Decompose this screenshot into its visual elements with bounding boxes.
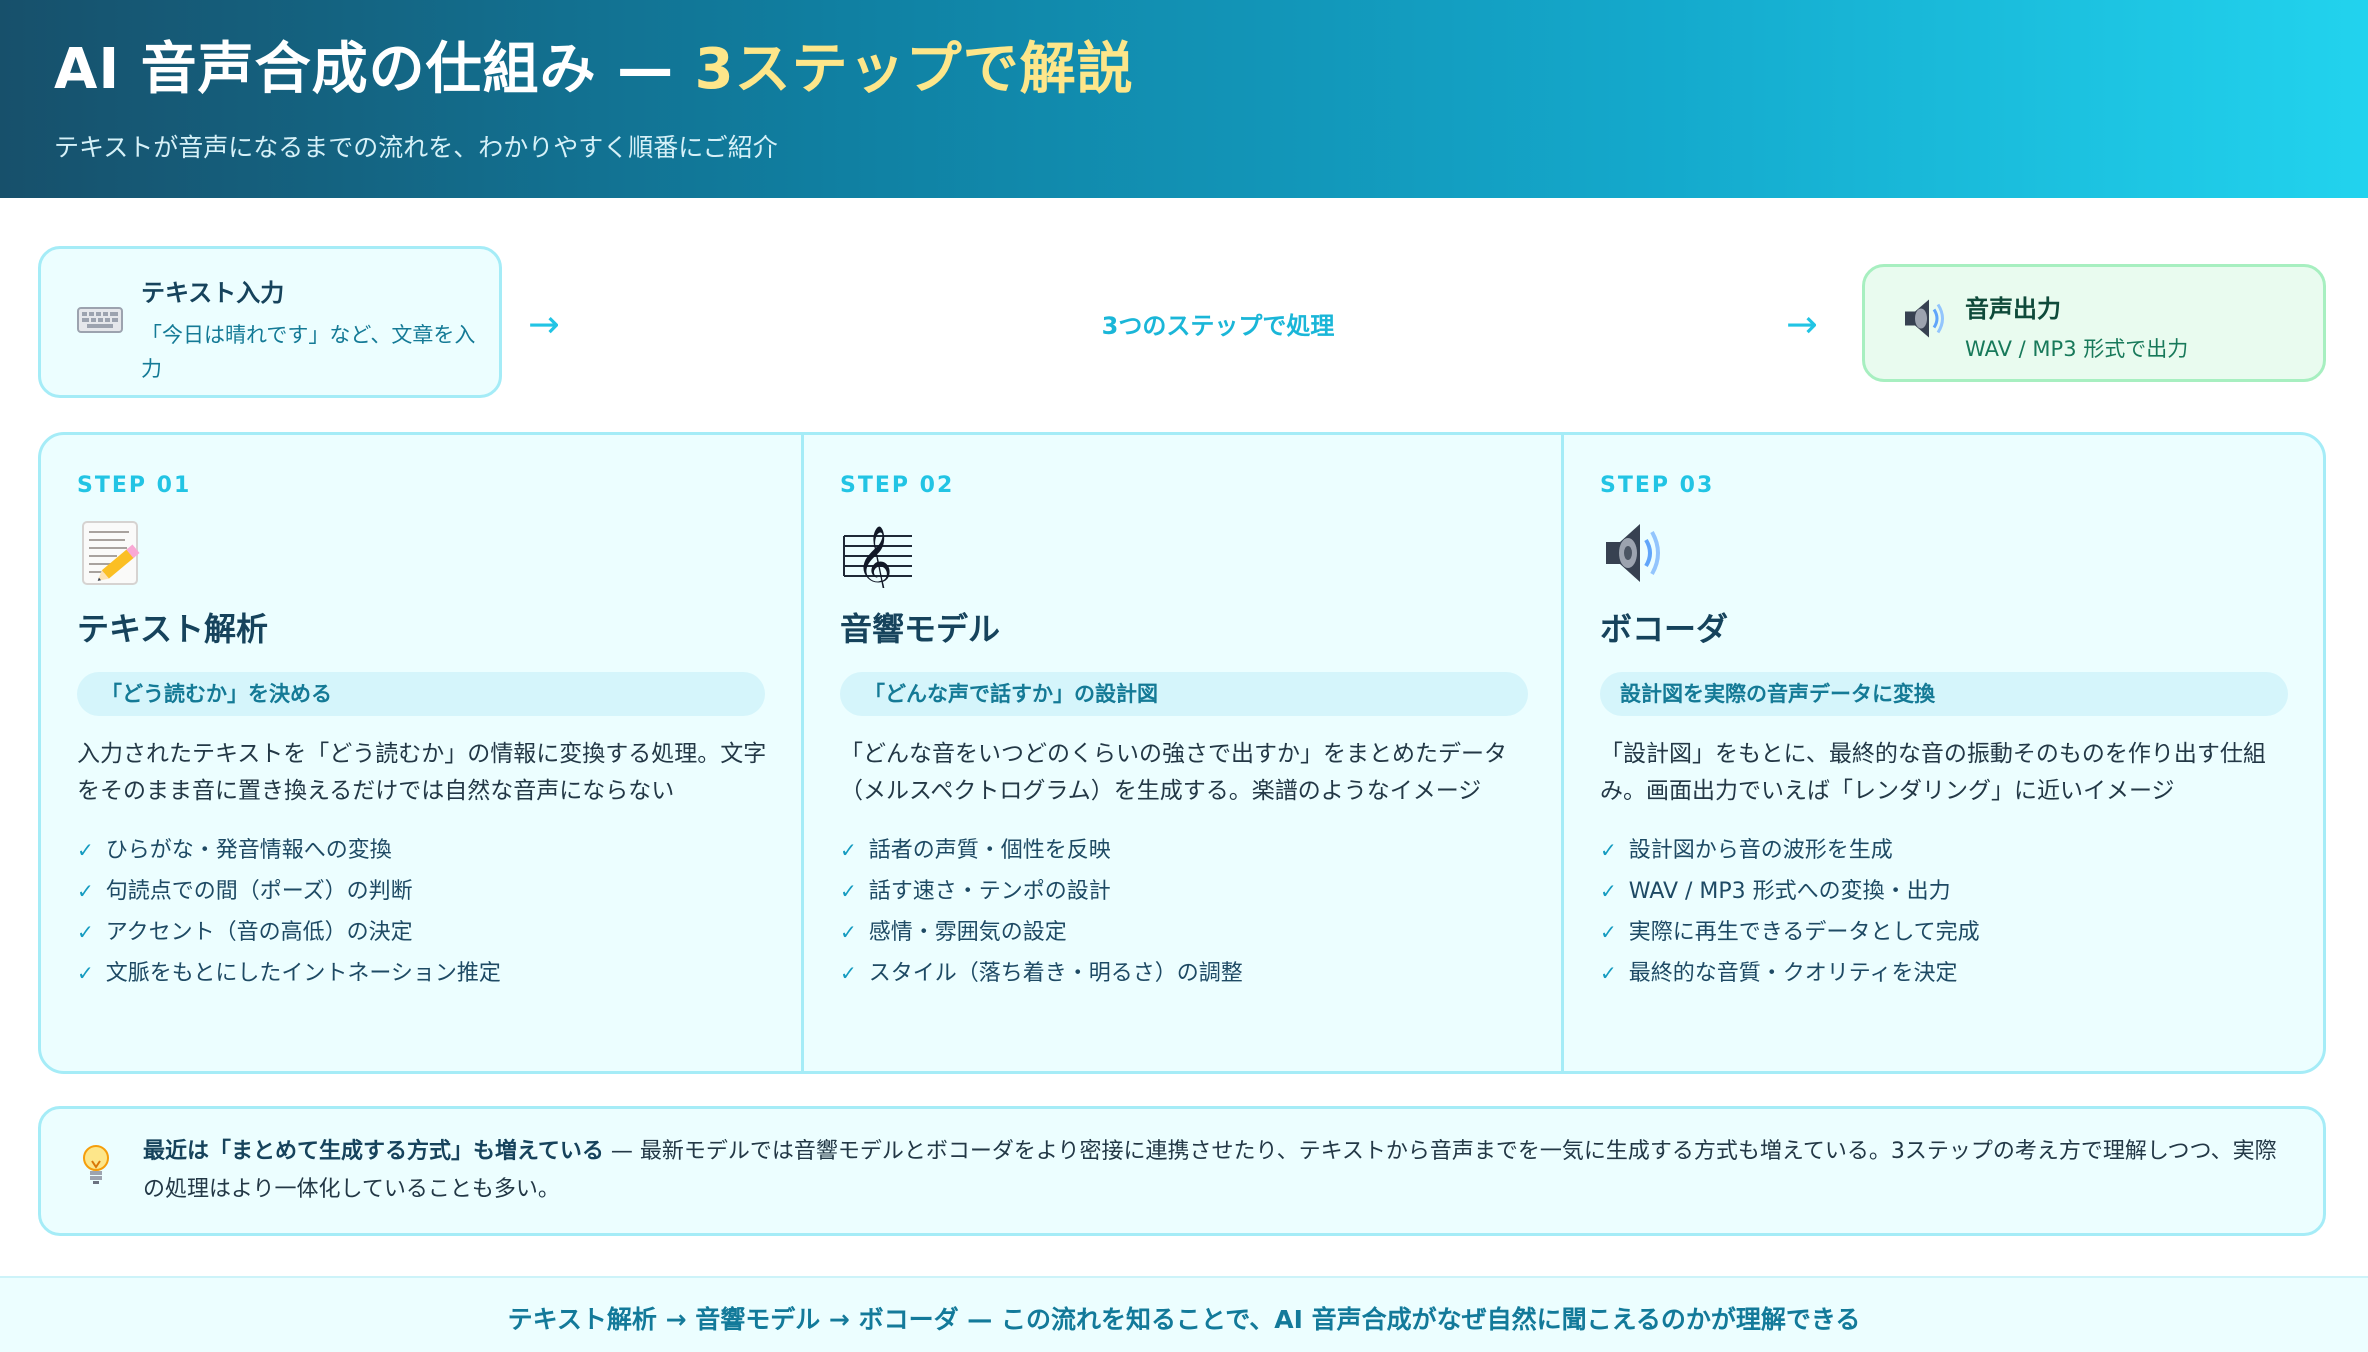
check-icon: ✓: [1600, 920, 1617, 944]
check-icon: ✓: [1600, 879, 1617, 903]
check-icon: ✓: [840, 961, 857, 985]
page-subtitle: テキストが音声になるまでの流れを、わかりやすく順番にご紹介: [54, 133, 778, 162]
list-item: ✓ 句読点での間（ポーズ）の判断: [77, 879, 413, 904]
output-desc: WAV / MP3 形式で出力: [1965, 337, 2189, 361]
step-pill: 設計図を実際の音声データに変換: [1600, 672, 2288, 716]
output-title: 音声出力: [1965, 295, 2061, 323]
speaker-icon: [1901, 296, 1949, 351]
svg-text:𝄞: 𝄞: [856, 524, 893, 588]
arrow-right-icon: →: [528, 302, 560, 346]
steps-panel: STEP 01 テキスト解析 「どう読むか」を決める 入力されたテキストを「どう…: [38, 432, 2326, 1074]
step-checklist: ✓ 話者の声質・個性を反映 ✓ 話す速さ・テンポの設計 ✓ 感情・雰囲気の設定 ✓ スタ…: [840, 830, 1525, 994]
input-desc: 「今日は晴れです」など、文章を入力: [141, 323, 476, 381]
keyboard-icon: [77, 302, 123, 342]
list-item: ✓ 設計図から音の波形を生成: [1600, 838, 1893, 863]
list-item: ✓ ひらがな・発音情報への変換: [77, 838, 392, 863]
list-item: ✓ 実際に再生できるデータとして完成: [1600, 920, 1980, 945]
page-header: AI 音声合成の仕組み — 3ステップで解説 テキストが音声になるまでの流れを、…: [0, 0, 2368, 198]
check-icon: ✓: [840, 920, 857, 944]
check-icon: ✓: [840, 879, 857, 903]
note-bold: 最近は「まとめて生成する方式」も増えている: [143, 1139, 604, 1164]
step-pill: 「どう読むか」を決める: [77, 672, 765, 716]
list-item: ✓ 最終的な音質・クオリティを決定: [1600, 961, 1958, 986]
step-label: STEP 03: [1600, 473, 1715, 498]
list-item: ✓ 話者の声質・個性を反映: [840, 838, 1111, 863]
step-desc: 「設計図」をもとに、最終的な音の振動そのものを作り出す仕組み。画面出力でいえば「…: [1600, 741, 2266, 804]
title-main: AI 音声合成の仕組み —: [54, 37, 695, 102]
step-desc: 「どんな音をいつどのくらいの強さで出すか」をまとめたデータ（メルスペクトログラム…: [840, 741, 1507, 804]
io-flow: テキスト入力 「今日は晴れです」など、文章を入力 → 3つのステップで処理 → …: [38, 246, 2326, 398]
flow-center-label: 3つのステップで処理: [1101, 312, 1335, 340]
title-accent: 3ステップで解説: [694, 37, 1134, 102]
step-card: STEP 01 テキスト解析 「どう読むか」を決める 入力されたテキストを「どう…: [41, 435, 801, 1071]
check-icon: ✓: [77, 961, 94, 985]
check-icon: ✓: [77, 879, 94, 903]
list-item: ✓ スタイル（落ち着き・明るさ）の調整: [840, 961, 1243, 986]
check-icon: ✓: [1600, 961, 1617, 985]
arrow-right-icon: →: [1786, 302, 1818, 346]
lightbulb-icon: [81, 1143, 111, 1191]
output-box: 音声出力 WAV / MP3 形式で出力: [1862, 264, 2326, 382]
note-text: 最近は「まとめて生成する方式」も増えている — 最新モデルでは音響モデルとボコー…: [143, 1133, 2293, 1209]
list-item: ✓ WAV / MP3 形式への変換・出力: [1600, 879, 1951, 904]
check-icon: ✓: [77, 838, 94, 862]
step-label: STEP 01: [77, 473, 192, 498]
info-note: 最近は「まとめて生成する方式」も増えている — 最新モデルでは音響モデルとボコー…: [38, 1106, 2326, 1236]
step-title: 音響モデル: [840, 610, 1001, 648]
check-icon: ✓: [77, 920, 94, 944]
input-box: テキスト入力 「今日は晴れです」など、文章を入力: [38, 246, 502, 398]
input-title: テキスト入力: [141, 279, 285, 307]
footer-summary: テキスト解析 → 音響モデル → ボコーダ — この流れを知ることで、AI 音声…: [0, 1276, 2368, 1352]
step-card: STEP 02 𝄞 音響モデル 「どんな声で話すか」の設計図 「どんな音をいつど…: [801, 435, 1561, 1071]
step-checklist: ✓ 設計図から音の波形を生成 ✓ WAV / MP3 形式への変換・出力 ✓ 実際に再…: [1600, 830, 2285, 994]
step-checklist: ✓ ひらがな・発音情報への変換 ✓ 句読点での間（ポーズ）の判断 ✓ アクセント（音の…: [77, 830, 765, 994]
list-item: ✓ 文脈をもとにしたイントネーション推定: [77, 961, 501, 986]
check-icon: ✓: [840, 838, 857, 862]
check-icon: ✓: [1600, 838, 1617, 862]
memo-pencil-icon: [77, 518, 147, 588]
speaker-icon: [1600, 518, 1670, 588]
list-item: ✓ アクセント（音の高低）の決定: [77, 920, 413, 945]
treble-clef-icon: 𝄞: [840, 518, 912, 600]
step-desc: 入力されたテキストを「どう読むか」の情報に変換する処理。文字をそのまま音に置き換…: [77, 741, 767, 804]
step-title: テキスト解析: [77, 610, 269, 648]
step-title: ボコーダ: [1600, 610, 1729, 648]
list-item: ✓ 感情・雰囲気の設定: [840, 920, 1067, 945]
step-pill: 「どんな声で話すか」の設計図: [840, 672, 1528, 716]
page-title: AI 音声合成の仕組み — 3ステップで解説: [54, 34, 2368, 106]
step-label: STEP 02: [840, 473, 955, 498]
step-card: STEP 03 ボコーダ 設計図を実際の音声データに変換 「設計図」をもとに、最…: [1561, 435, 2321, 1071]
list-item: ✓ 話す速さ・テンポの設計: [840, 879, 1111, 904]
